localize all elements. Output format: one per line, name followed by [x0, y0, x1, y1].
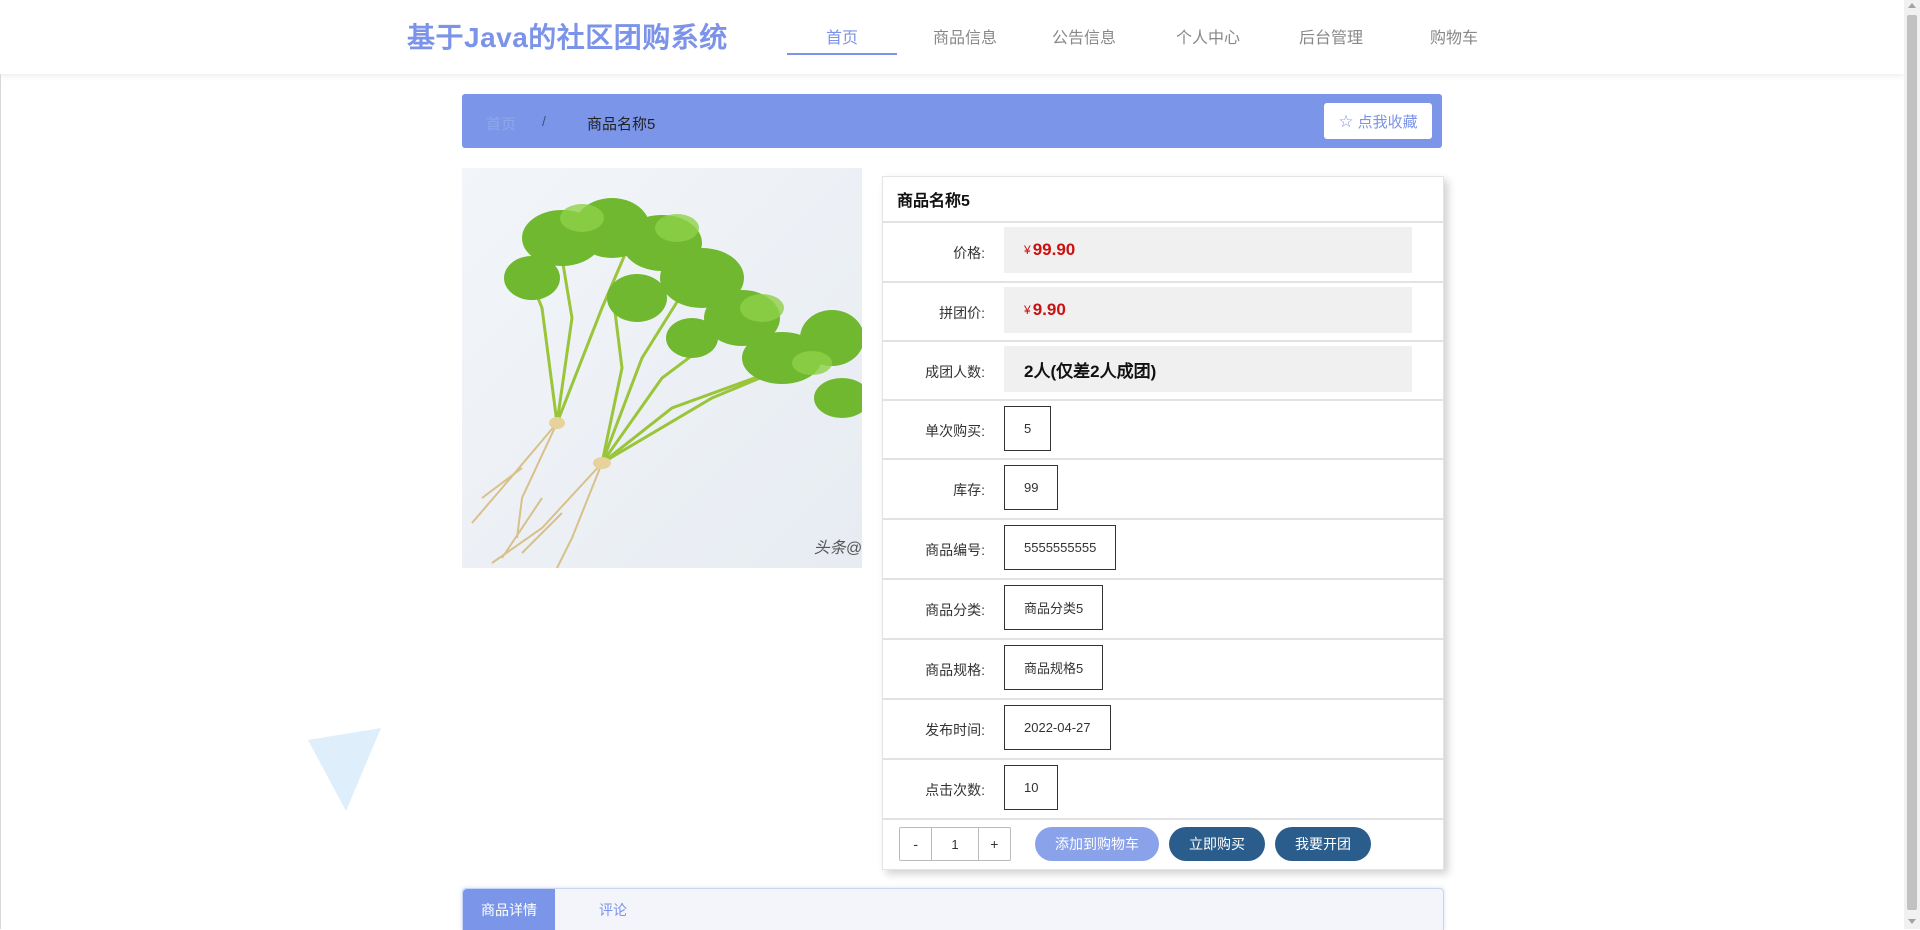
price-value: 99.90 [1032, 240, 1076, 259]
breadcrumb-home-link[interactable]: 首页 [486, 113, 516, 134]
favorite-button[interactable]: ☆ 点我收藏 [1324, 103, 1432, 139]
spec-value: 商品规格5 [1004, 645, 1104, 690]
group-size-value-box: 2人(仅差2人成团) [1004, 346, 1412, 392]
product-code-row: 商品编号: 5555555555 [883, 518, 1443, 578]
decorative-triangle [308, 728, 381, 811]
per-purchase-label: 单次购买: [925, 423, 985, 439]
per-purchase-row: 单次购买: 5 [883, 399, 1443, 459]
buy-now-button[interactable]: 立即购买 [1169, 827, 1265, 861]
nav-item-home[interactable]: 首页 [826, 24, 858, 54]
spec-row: 商品规格: 商品规格5 [883, 638, 1443, 698]
category-value: 商品分类5 [1004, 585, 1104, 630]
add-to-cart-button[interactable]: 添加到购物车 [1035, 827, 1159, 861]
product-image: 头条@ [462, 168, 862, 568]
quantity-input[interactable]: 1 [931, 828, 979, 860]
group-size-row: 成团人数: 2人(仅差2人成团) [883, 340, 1443, 400]
group-price-label: 拼团价: [939, 305, 985, 321]
favorite-label: 点我收藏 [1357, 113, 1418, 131]
breadcrumb: 首页 / 商品名称5 ☆ 点我收藏 [462, 94, 1442, 148]
group-size-value: 2人(仅差2人成团) [1024, 361, 1157, 381]
quantity-stepper: - 1 + [899, 827, 1011, 861]
nav-item-personal-center[interactable]: 个人中心 [1176, 24, 1240, 54]
nav-item-products[interactable]: 商品信息 [933, 24, 997, 54]
price-row: 价格: ¥ 99.90 [883, 221, 1443, 281]
nav-item-cart[interactable]: 购物车 [1430, 24, 1478, 54]
start-group-button[interactable]: 我要开团 [1275, 827, 1371, 861]
group-price-value-box: ¥ 9.90 [1004, 287, 1412, 333]
page-left-border [0, 74, 1, 929]
nav-item-admin[interactable]: 后台管理 [1299, 24, 1363, 54]
site-title[interactable]: 基于Java的社区团购系统 [407, 16, 728, 56]
quantity-increase-button[interactable]: + [979, 828, 1010, 860]
spec-label: 商品规格: [925, 662, 985, 678]
clicks-value: 10 [1004, 765, 1059, 810]
quantity-decrease-button[interactable]: - [900, 828, 931, 860]
group-price-value: 9.90 [1032, 300, 1066, 319]
group-price-row: 拼团价: ¥ 9.90 [883, 281, 1443, 341]
product-title: 商品名称5 [897, 193, 970, 210]
tab-product-details[interactable]: 商品详情 [463, 889, 555, 930]
product-info-panel: 商品名称5 价格: ¥ 99.90 拼团价: ¥ 9.90 成团人数: 2人(仅… [882, 176, 1444, 870]
star-icon: ☆ [1338, 111, 1354, 131]
nav-active-indicator [787, 53, 897, 55]
price-label: 价格: [953, 245, 985, 261]
stock-value: 99 [1004, 465, 1059, 510]
publish-time-label: 发布时间: [925, 722, 985, 738]
scroll-down-arrow-icon[interactable] [1908, 919, 1916, 924]
detail-tabs: 商品详情 评论 [462, 888, 1444, 930]
breadcrumb-separator: / [542, 113, 546, 129]
currency-symbol: ¥ [1024, 303, 1031, 317]
price-value-box: ¥ 99.90 [1004, 227, 1412, 273]
cilantro-image [471, 198, 862, 568]
scrollbar-thumb[interactable] [1907, 15, 1917, 910]
publish-time-value: 2022-04-27 [1004, 705, 1111, 750]
scroll-up-arrow-icon[interactable] [1908, 3, 1916, 8]
product-code-label: 商品编号: [925, 542, 985, 558]
action-row: - 1 + 添加到购物车 立即购买 我要开团 [883, 818, 1443, 868]
clicks-row: 点击次数: 10 [883, 758, 1443, 818]
per-purchase-value: 5 [1004, 406, 1052, 451]
image-watermark: 头条@ [813, 540, 862, 557]
top-navbar: 基于Java的社区团购系统 首页 商品信息 公告信息 个人中心 后台管理 购物车 [0, 0, 1904, 74]
category-label: 商品分类: [925, 602, 985, 618]
category-row: 商品分类: 商品分类5 [883, 578, 1443, 638]
group-size-label: 成团人数: [925, 364, 985, 380]
currency-symbol: ¥ [1024, 243, 1031, 257]
tab-comments[interactable]: 评论 [573, 889, 653, 930]
product-code-value: 5555555555 [1004, 525, 1117, 570]
clicks-label: 点击次数: [925, 782, 985, 798]
stock-row: 库存: 99 [883, 458, 1443, 518]
breadcrumb-current: 商品名称5 [587, 116, 656, 133]
nav-item-notices[interactable]: 公告信息 [1052, 24, 1116, 54]
publish-time-row: 发布时间: 2022-04-27 [883, 698, 1443, 758]
stock-label: 库存: [953, 482, 985, 498]
